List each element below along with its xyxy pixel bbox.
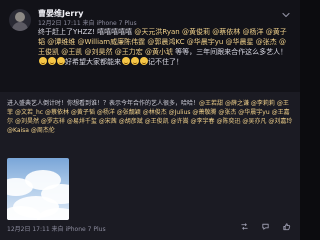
- post-text: 终于赶上了YHZZ! 嘻嘻嘻嘻嘻 @天元洪Ryan @黄俊莉 @蔡依林 @杨洋 …: [38, 27, 290, 67]
- attached-photo[interactable]: [7, 158, 69, 220]
- mention-link[interactable]: @刘嘉玲: [268, 118, 292, 125]
- grin-emoji-icon: [47, 57, 56, 65]
- mention-link[interactable]: @林俊杰: [143, 109, 167, 116]
- mention-link[interactable]: @郭晨鸿KC: [147, 38, 184, 46]
- mention-link[interactable]: @张靓颖: [117, 109, 141, 116]
- mention-link[interactable]: @王凯: [61, 48, 82, 56]
- mention-link[interactable]: @张杰: [218, 109, 236, 116]
- mention-link[interactable]: @萧敬腾: [192, 109, 216, 116]
- mention-link[interactable]: @文若_hc: [15, 109, 43, 116]
- grin-emoji-icon: [130, 57, 139, 65]
- post-actions: [240, 222, 291, 231]
- mention-link[interactable]: @华晨宇yu: [187, 38, 224, 46]
- mention-link[interactable]: @宋茜: [99, 118, 117, 125]
- text-segment: 终于赶上了YHZZ! 嘻嘻嘻嘻嘻: [38, 28, 135, 36]
- repost-text: 进入盛典艺人倒计时！你想看到谁！？表示今年合作的艺人很多，哈哈！@王若甜 @薛之…: [7, 99, 293, 135]
- avatar-head: [15, 12, 25, 22]
- mention-link[interactable]: @吴亦凡: [242, 118, 266, 125]
- mention-link[interactable]: @李莉莉: [251, 100, 275, 107]
- mention-link[interactable]: @谭维维: [47, 38, 75, 46]
- mention-link[interactable]: @黄小琥: [145, 48, 173, 56]
- mention-link[interactable]: @Kaisa: [7, 127, 29, 134]
- mention-link[interactable]: @华晨宇yu: [238, 109, 269, 116]
- mention-link[interactable]: @黄子韬: [71, 109, 95, 116]
- mention-link[interactable]: @黄俊莉: [182, 28, 210, 36]
- avatar-body: [12, 22, 28, 31]
- mention-link[interactable]: @陈奕迅: [216, 118, 240, 125]
- mention-link[interactable]: @William威廉陈伟霆: [77, 38, 145, 46]
- grin-emoji-icon: [38, 57, 47, 65]
- mention-link[interactable]: @杨洋: [242, 28, 263, 36]
- grin-emoji-icon: [121, 57, 130, 65]
- mention-link[interactable]: @蔡依林: [45, 109, 69, 116]
- mention-link[interactable]: @刘昊然: [15, 118, 39, 125]
- chevron-down-icon[interactable]: [281, 10, 291, 20]
- mention-link[interactable]: @Julius: [169, 109, 191, 116]
- repost-icon[interactable]: [240, 222, 249, 231]
- mention-link[interactable]: @易烊千玺: [67, 118, 97, 125]
- mention-link[interactable]: @许嵩: [171, 118, 189, 125]
- mention-link[interactable]: @张杰: [256, 38, 277, 46]
- mention-link[interactable]: @天元洪Ryan: [134, 28, 179, 36]
- mention-link[interactable]: @李宇春: [191, 118, 215, 125]
- text-segment: 记不住了！: [148, 58, 183, 66]
- text-segment: 等等，三年间跟来合作这么多艺人！: [172, 48, 288, 56]
- mention-link[interactable]: @王力宏: [115, 48, 143, 56]
- like-icon[interactable]: [282, 222, 291, 231]
- avatar[interactable]: [9, 9, 31, 31]
- grin-emoji-icon: [56, 57, 65, 65]
- reposted-content: 进入盛典艺人倒计时！你想看到谁！？表示今年合作的艺人很多，哈哈！@王若甜 @薛之…: [0, 92, 300, 240]
- original-post: 曹晏维Jerry 12月2日 17:11 来自 iPhone 7 Plus 终于…: [0, 0, 300, 92]
- mention-link[interactable]: @华晨星: [226, 38, 254, 46]
- grin-emoji-icon: [139, 57, 148, 65]
- mention-link[interactable]: @罗志祥: [41, 118, 65, 125]
- repost-meta: 12月2日 17:11 来自 iPhone 7 Plus: [7, 226, 106, 233]
- comment-icon[interactable]: [261, 222, 270, 231]
- mention-link[interactable]: @蔡依林: [212, 28, 240, 36]
- mention-link[interactable]: @薛之谦: [225, 100, 249, 107]
- mention-link[interactable]: @王若甜: [199, 100, 223, 107]
- mention-link[interactable]: @周杰伦: [31, 127, 55, 134]
- mention-link[interactable]: @胡彦斌: [119, 118, 143, 125]
- text-segment: 好希望大家都能来: [65, 58, 121, 66]
- post-meta: 12月2日 17:11 来自 iPhone 7 Plus: [38, 20, 137, 27]
- weibo-post-screenshot: 曹晏维Jerry 12月2日 17:11 来自 iPhone 7 Plus 终于…: [0, 0, 300, 240]
- text-segment: 进入盛典艺人倒计时！你想看到谁！？表示今年合作的艺人很多，哈哈！: [7, 100, 200, 107]
- mention-link[interactable]: @刘昊然: [84, 48, 112, 56]
- mention-link[interactable]: @杨洋: [97, 109, 115, 116]
- mention-link[interactable]: @王俊凯: [145, 118, 169, 125]
